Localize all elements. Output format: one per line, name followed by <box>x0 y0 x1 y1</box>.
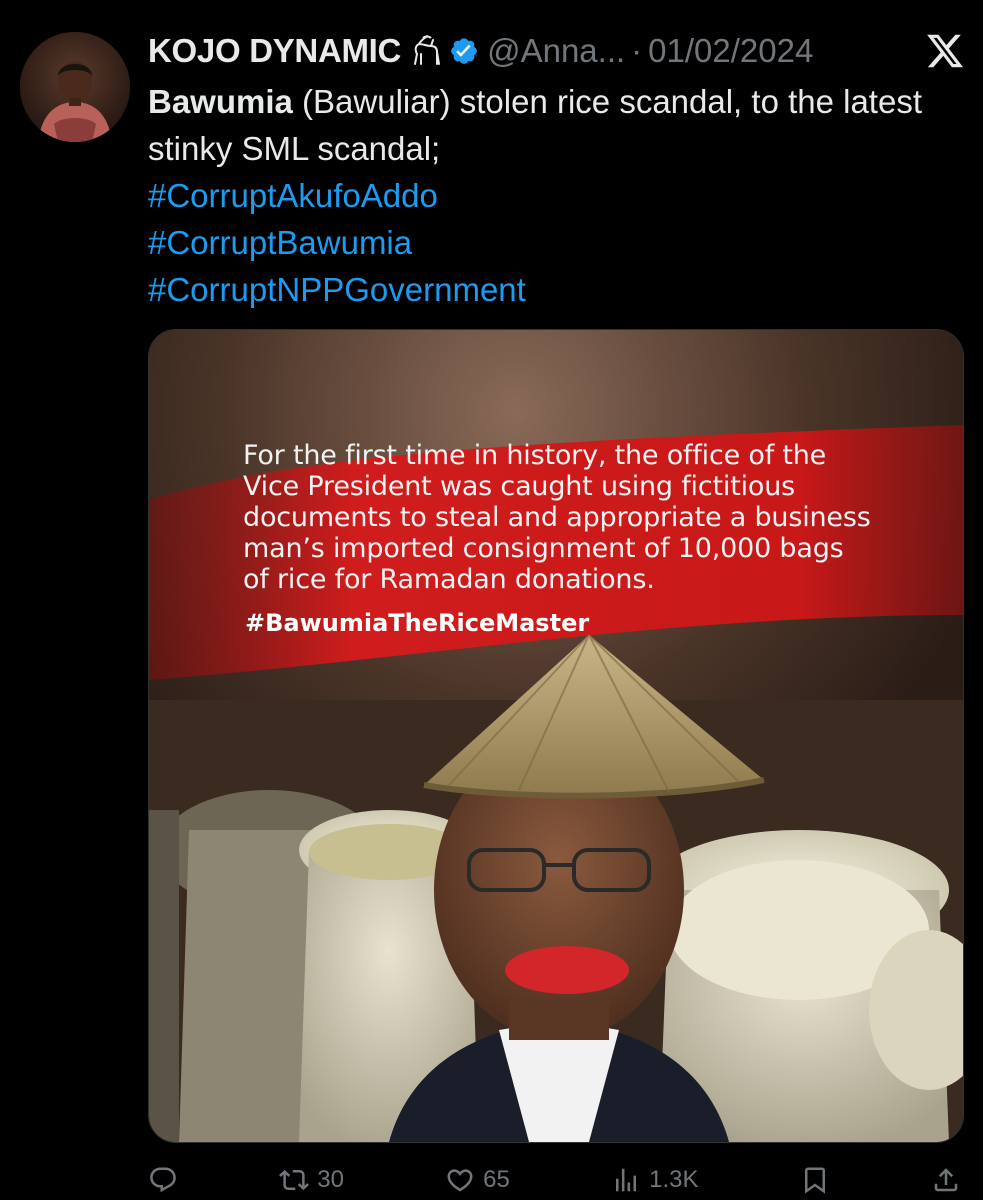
like-button[interactable]: 65 <box>445 1165 510 1195</box>
bookmark-button[interactable] <box>800 1165 830 1195</box>
media-caption-line: of rice for Ramadan donations. <box>243 564 655 595</box>
share-button[interactable] <box>931 1165 961 1195</box>
media-caption: For the first time in history, the offic… <box>243 440 883 595</box>
media-hashtag: #BawumiaTheRiceMaster <box>245 609 590 637</box>
media-caption-line: documents to steal and appropriate a bus… <box>243 502 871 533</box>
action-bar: 30 65 1.3K <box>148 1160 961 1200</box>
hashtag-link[interactable]: #CorruptNPPGovernment <box>148 266 958 313</box>
display-name[interactable]: KOJO DYNAMIC <box>148 32 401 70</box>
retweet-icon <box>279 1165 310 1195</box>
avatar-image <box>20 32 130 142</box>
reply-button[interactable] <box>148 1165 178 1195</box>
share-icon <box>931 1165 961 1195</box>
tweet-media-image[interactable]: For the first time in history, the offic… <box>148 329 964 1143</box>
handle[interactable]: @Anna... <box>487 32 625 70</box>
tweet-text: Bawumia (Bawuliar) stolen rice scandal, … <box>148 78 958 313</box>
tweet-text-bold: Bawumia <box>148 83 293 120</box>
views-count: 1.3K <box>649 1166 699 1193</box>
retweet-button[interactable]: 30 <box>279 1165 344 1195</box>
timestamp[interactable]: 01/02/2024 <box>648 32 813 70</box>
avatar[interactable] <box>20 32 130 142</box>
bookmark-icon <box>800 1165 830 1195</box>
like-count: 65 <box>483 1166 510 1193</box>
hashtag-link[interactable]: #CorruptBawumia <box>148 219 958 266</box>
tweet[interactable]: KOJO DYNAMIC @Anna... · 01/02/2024 Bawum… <box>0 0 983 1200</box>
hashtag-link[interactable]: #CorruptAkufoAddo <box>148 172 958 219</box>
reply-icon <box>148 1165 178 1195</box>
verified-badge-icon <box>449 36 479 66</box>
tweet-text-paragraph: Bawumia (Bawuliar) stolen rice scandal, … <box>148 78 958 172</box>
media-caption-line: man’s imported consignment of 10,000 bag… <box>243 533 844 564</box>
media-caption-line: Vice President was caught using fictitio… <box>243 471 795 502</box>
views-button[interactable]: 1.3K <box>611 1165 698 1195</box>
views-icon <box>611 1165 641 1195</box>
heart-icon <box>445 1165 475 1195</box>
x-logo-icon[interactable] <box>925 31 965 71</box>
media-caption-line: For the first time in history, the offic… <box>243 440 827 471</box>
tweet-header: KOJO DYNAMIC @Anna... · 01/02/2024 <box>148 26 965 76</box>
retweet-count: 30 <box>317 1166 344 1193</box>
goat-icon <box>409 34 443 68</box>
separator-dot: · <box>631 32 643 69</box>
